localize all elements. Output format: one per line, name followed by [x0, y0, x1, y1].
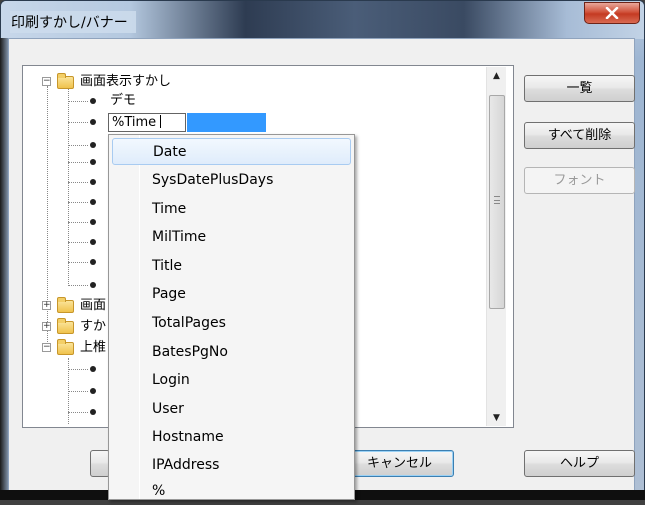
bullet-icon — [90, 199, 96, 205]
menu-item-login[interactable]: Login — [112, 367, 351, 394]
window-title: 印刷すかし/バナー — [10, 11, 136, 33]
bullet-icon — [90, 282, 96, 288]
menu-item-user[interactable]: User — [112, 396, 351, 423]
menu-item-date[interactable]: Date — [112, 138, 351, 165]
tree-line — [68, 122, 88, 123]
tree-line — [68, 101, 88, 102]
collapse-toggle-icon[interactable]: − — [42, 77, 51, 86]
edit-selection-highlight — [187, 113, 266, 132]
tree-scrollbar[interactable]: ▲ ▼ — [486, 67, 506, 426]
font-button[interactable]: フォント — [524, 167, 635, 194]
tree-line — [68, 242, 88, 243]
menu-item-ipaddress[interactable]: IPAddress — [112, 452, 351, 479]
tree-node-leaf[interactable] — [68, 403, 108, 421]
bullet-icon — [90, 179, 96, 185]
tree-line — [68, 391, 88, 392]
scrollbar-thumb[interactable] — [489, 95, 505, 309]
tree-node-edit-input[interactable]: %Time — [108, 113, 186, 132]
tree-node-leaf[interactable] — [68, 113, 108, 131]
tree-node-label: 上椎 — [80, 340, 107, 355]
tree-node-folder[interactable]: + すか — [42, 318, 108, 336]
menu-item-miltime[interactable]: MilTime — [112, 224, 351, 251]
menu-item-percent[interactable]: % — [112, 478, 351, 505]
ok-button[interactable] — [90, 450, 110, 477]
autocomplete-popup: Date SysDatePlusDays Time MilTime Title … — [108, 134, 355, 500]
window-left-border — [0, 38, 8, 500]
scroll-up-arrow-icon[interactable]: ▲ — [493, 71, 500, 81]
tree-node-folder[interactable]: − 上椎 — [42, 339, 108, 357]
tree-line — [68, 412, 88, 413]
title-bar[interactable]: 印刷すかし/バナー — [1, 1, 644, 39]
menu-item-time[interactable]: Time — [112, 196, 351, 223]
menu-item-totalpages[interactable]: TotalPages — [112, 310, 351, 337]
menu-item-hostname[interactable]: Hostname — [112, 424, 351, 451]
tree-node-leaf[interactable] — [68, 276, 108, 294]
tree-line — [68, 182, 88, 183]
tree-node-leaf[interactable] — [68, 153, 108, 171]
bullet-icon — [90, 98, 96, 104]
bullet-icon — [90, 119, 96, 125]
tree-node-leaf[interactable] — [68, 253, 108, 271]
tree-node-leaf[interactable] — [68, 360, 108, 378]
tree-line — [68, 202, 88, 203]
bullet-icon — [90, 239, 96, 245]
menu-item-page[interactable]: Page — [112, 281, 351, 308]
text-caret — [160, 115, 162, 128]
tree-line — [68, 369, 88, 370]
tree-node-leaf[interactable] — [68, 233, 108, 251]
bullet-icon — [90, 366, 96, 372]
tree-node-label: デモ — [110, 93, 137, 108]
tree-node-demo[interactable]: デモ — [68, 92, 188, 110]
tree-line — [68, 222, 88, 223]
close-icon — [605, 7, 619, 19]
bullet-icon — [90, 219, 96, 225]
folder-icon — [57, 318, 74, 334]
expand-toggle-icon[interactable]: + — [42, 301, 51, 310]
menu-item-title[interactable]: Title — [112, 253, 351, 280]
tree-line — [68, 162, 88, 163]
tree-node-leaf[interactable] — [68, 213, 108, 231]
folder-icon — [57, 73, 74, 89]
tree-line — [68, 145, 88, 146]
bullet-icon — [90, 259, 96, 265]
menu-item-sysdateplusdays[interactable]: SysDatePlusDays — [112, 167, 351, 194]
bullet-icon — [90, 159, 96, 165]
tree-node-label: 画面表示すかし — [80, 74, 172, 89]
bullet-icon — [90, 409, 96, 415]
tree-node-folder[interactable]: + 画面 — [42, 297, 108, 315]
folder-icon — [57, 339, 74, 355]
tree-line — [68, 285, 88, 286]
grip-icon — [494, 196, 500, 204]
menu-item-batespgno[interactable]: BatesPgNo — [112, 339, 351, 366]
tree-line — [68, 262, 88, 263]
close-button[interactable] — [584, 2, 640, 24]
tree-node-leaf[interactable] — [68, 193, 108, 211]
delete-all-button[interactable]: すべて削除 — [524, 122, 635, 149]
edit-input-text: %Time — [112, 115, 157, 130]
list-button[interactable]: 一覧 — [524, 75, 635, 102]
folder-icon — [57, 297, 74, 313]
tree-node-leaf[interactable] — [68, 136, 108, 154]
help-button[interactable]: ヘルプ — [524, 450, 635, 477]
tree-node-leaf[interactable] — [68, 382, 108, 400]
expand-toggle-icon[interactable]: + — [42, 322, 51, 331]
cancel-button[interactable]: キャンセル — [345, 450, 454, 477]
tree-node-label: 画面 — [80, 298, 107, 313]
tree-node-leaf[interactable] — [68, 173, 108, 191]
tree-node-label: すか — [80, 319, 107, 334]
bullet-icon — [90, 142, 96, 148]
scroll-down-arrow-icon[interactable]: ▼ — [493, 413, 500, 423]
bullet-icon — [90, 388, 96, 394]
collapse-toggle-icon[interactable]: − — [42, 343, 51, 352]
